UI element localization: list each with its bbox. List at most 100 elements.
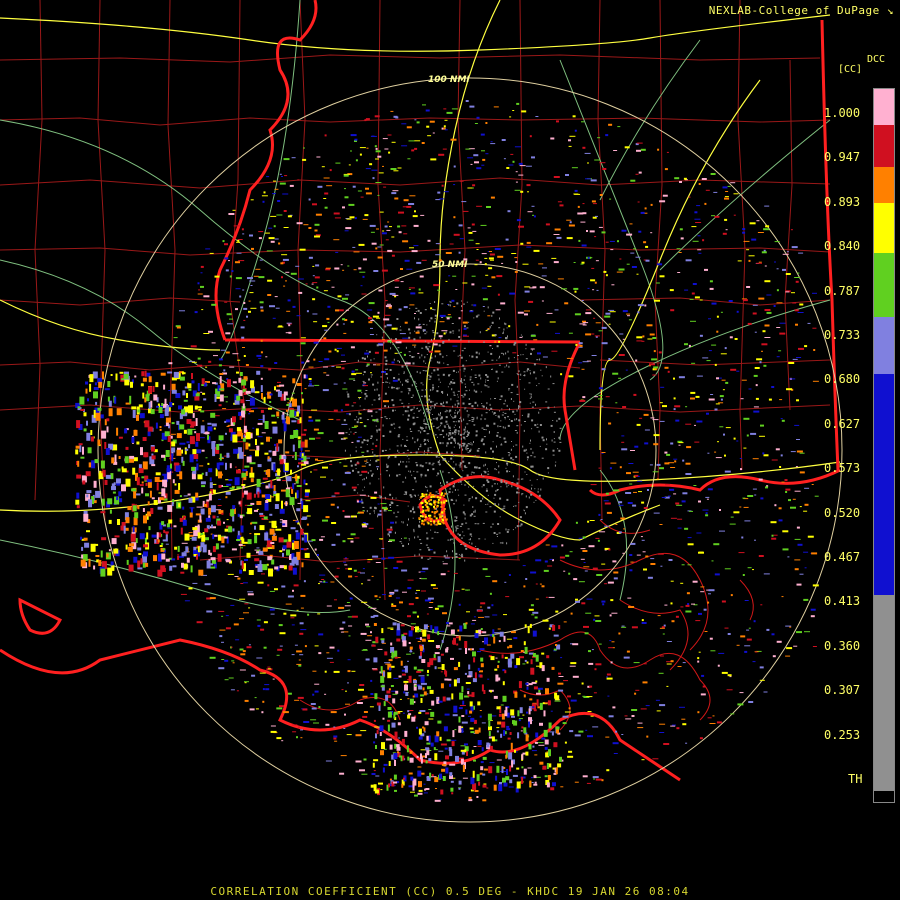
echo-pixel bbox=[159, 428, 162, 431]
echo-pixel bbox=[481, 287, 487, 289]
echo-pixel bbox=[465, 547, 468, 550]
echo-pixel bbox=[578, 346, 583, 348]
echo-pixel bbox=[229, 318, 233, 320]
echo-pixel bbox=[378, 289, 383, 292]
echo-pixel bbox=[478, 616, 484, 618]
echo-pixel bbox=[188, 532, 193, 534]
echo-pixel bbox=[538, 474, 541, 476]
echo-pixel bbox=[564, 741, 567, 744]
echo-pixel bbox=[328, 350, 332, 353]
echo-pixel bbox=[504, 581, 507, 583]
echo-pixel bbox=[414, 684, 417, 687]
echo-pixel bbox=[319, 574, 326, 576]
echo-pixel bbox=[487, 306, 489, 309]
echo-pixel bbox=[733, 193, 739, 195]
echo-pixel bbox=[430, 317, 433, 320]
echo-pixel bbox=[744, 645, 751, 647]
echo-pixel bbox=[455, 499, 457, 502]
echo-pixel bbox=[356, 421, 359, 424]
echo-pixel bbox=[222, 408, 227, 410]
echo-pixel bbox=[154, 539, 157, 544]
echo-pixel bbox=[486, 479, 489, 482]
echo-pixel bbox=[444, 713, 450, 716]
echo-pixel bbox=[385, 373, 388, 375]
echo-pixel bbox=[184, 600, 190, 602]
echo-pixel bbox=[249, 472, 255, 478]
echo-pixel bbox=[218, 358, 223, 361]
echo-pixel bbox=[282, 193, 289, 195]
echo-pixel bbox=[637, 304, 644, 307]
echo-pixel bbox=[724, 347, 727, 350]
echo-pixel bbox=[186, 441, 190, 444]
echo-pixel bbox=[426, 742, 431, 745]
echo-pixel bbox=[375, 247, 378, 250]
echo-pixel bbox=[267, 279, 273, 282]
echo-pixel bbox=[345, 227, 352, 230]
echo-pixel bbox=[641, 622, 647, 624]
echo-pixel bbox=[421, 465, 424, 468]
echo-pixel bbox=[737, 703, 744, 706]
echo-pixel bbox=[452, 391, 455, 393]
echo-pixel bbox=[341, 423, 348, 425]
echo-pixel bbox=[480, 602, 486, 605]
echo-pixel bbox=[146, 372, 151, 377]
echo-pixel bbox=[250, 307, 257, 309]
echo-pixel bbox=[454, 434, 456, 436]
echo-pixel bbox=[435, 788, 437, 789]
echo-pixel bbox=[300, 441, 305, 448]
echo-pixel bbox=[452, 275, 457, 277]
echo-pixel bbox=[259, 301, 264, 304]
echo-pixel bbox=[518, 681, 522, 689]
echo-pixel bbox=[261, 482, 265, 484]
echo-pixel bbox=[368, 527, 374, 529]
echo-pixel bbox=[361, 441, 364, 444]
echo-pixel bbox=[300, 528, 304, 535]
echo-pixel bbox=[563, 621, 567, 623]
echo-pixel bbox=[260, 385, 263, 393]
echo-pixel bbox=[505, 238, 509, 241]
echo-pixel bbox=[401, 365, 404, 368]
echo-pixel bbox=[441, 768, 446, 772]
echo-pixel bbox=[585, 729, 588, 731]
echo-pixel bbox=[553, 742, 558, 748]
echo-pixel bbox=[569, 665, 576, 667]
range-ring-label-50: 50 NMI bbox=[432, 260, 468, 270]
echo-pixel bbox=[348, 428, 350, 430]
echo-pixel bbox=[224, 659, 229, 662]
echo-pixel bbox=[408, 675, 412, 683]
echo-pixel bbox=[459, 462, 462, 465]
echo-pixel bbox=[401, 569, 408, 572]
echo-pixel bbox=[224, 420, 227, 423]
echo-pixel bbox=[763, 364, 767, 367]
echo-pixel bbox=[426, 411, 428, 413]
echo-pixel bbox=[282, 375, 287, 378]
echo-pixel bbox=[394, 279, 400, 282]
echo-pixel bbox=[421, 590, 426, 592]
echo-pixel bbox=[220, 545, 225, 548]
echo-pixel bbox=[366, 419, 369, 421]
echo-pixel bbox=[527, 626, 530, 634]
echo-pixel bbox=[629, 554, 633, 556]
echo-pixel bbox=[474, 455, 476, 458]
echo-pixel bbox=[796, 399, 799, 402]
echo-pixel bbox=[325, 760, 332, 762]
echo-pixel bbox=[197, 532, 201, 539]
echo-pixel bbox=[608, 358, 611, 360]
echo-pixel bbox=[550, 710, 553, 712]
echo-pixel bbox=[610, 661, 613, 664]
echo-pixel bbox=[164, 431, 170, 437]
echo-pixel bbox=[363, 439, 366, 442]
echo-pixel bbox=[671, 620, 675, 623]
echo-pixel bbox=[321, 579, 325, 580]
echo-pixel bbox=[582, 536, 586, 539]
echo-pixel bbox=[635, 173, 639, 175]
echo-pixel bbox=[643, 663, 647, 665]
echo-pixel bbox=[405, 346, 407, 349]
echo-pixel bbox=[75, 449, 79, 455]
echo-pixel bbox=[558, 689, 564, 692]
echo-pixel bbox=[605, 736, 610, 738]
echo-pixel bbox=[526, 452, 528, 454]
echo-pixel bbox=[434, 777, 439, 783]
echo-pixel bbox=[243, 307, 248, 310]
echo-pixel bbox=[90, 436, 94, 442]
